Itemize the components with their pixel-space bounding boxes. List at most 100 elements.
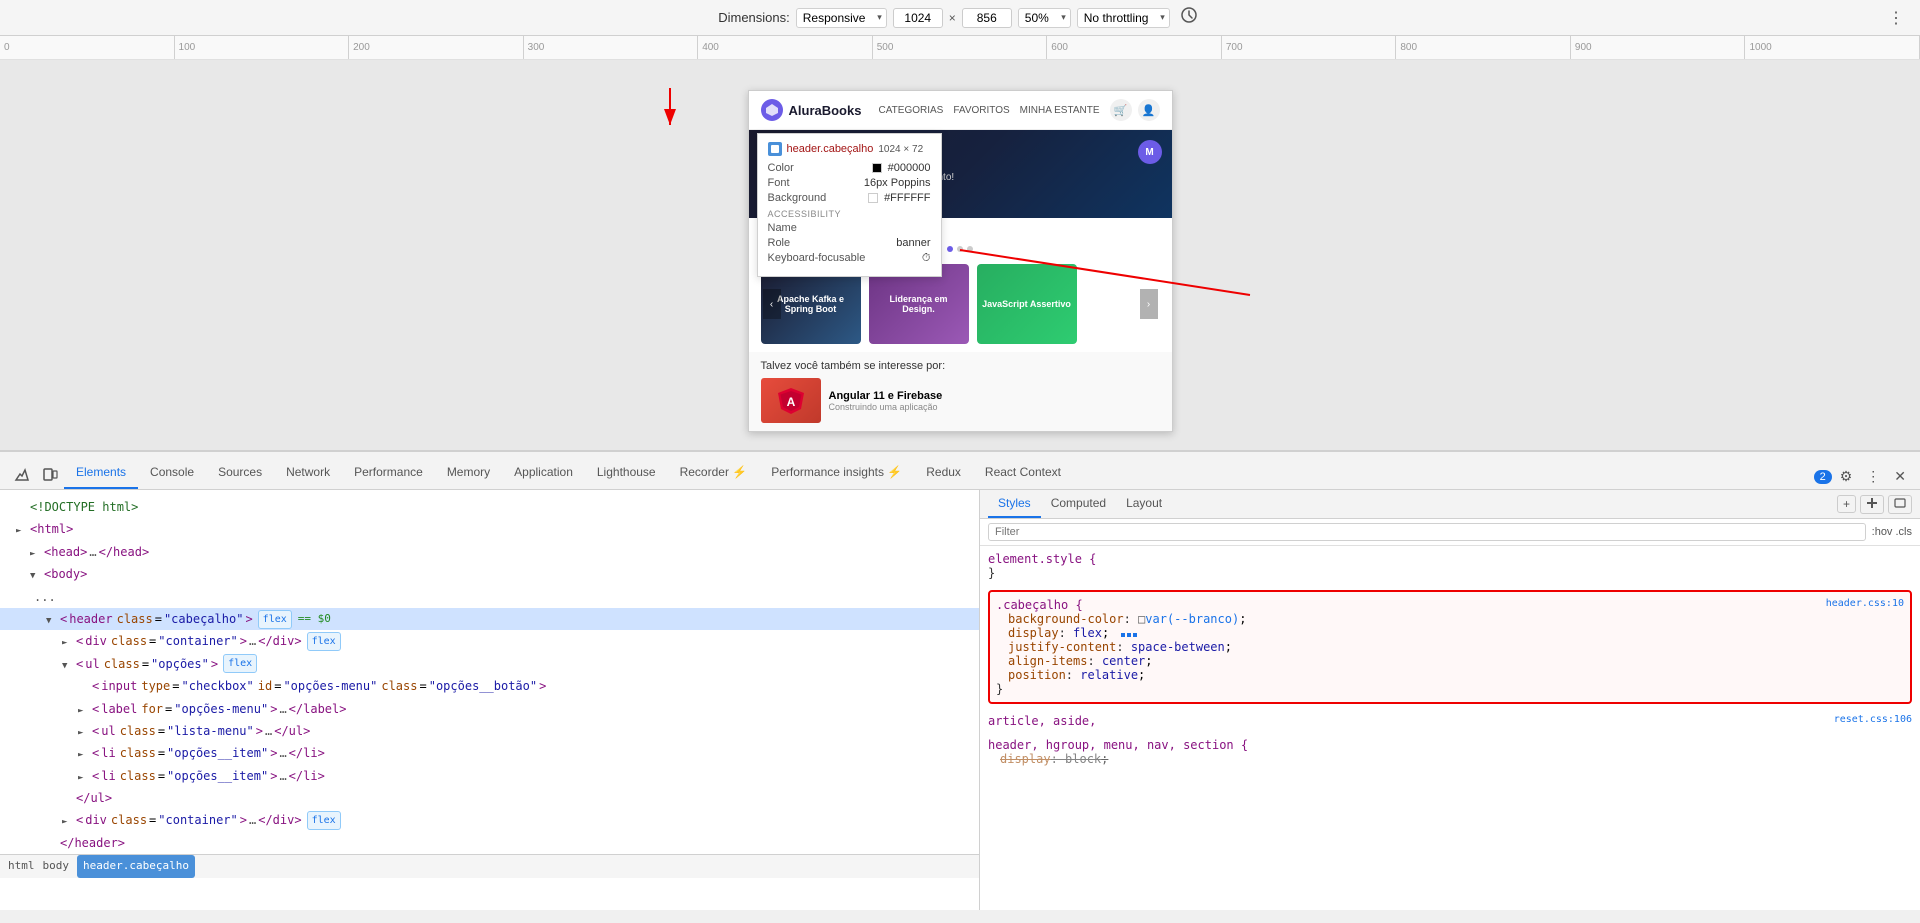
ruler-100: 100 (175, 36, 350, 59)
dot-3[interactable] (967, 246, 973, 252)
expand-html[interactable] (16, 519, 28, 539)
a11y-role-value: banner (896, 237, 930, 249)
expand-ul[interactable] (62, 654, 74, 674)
prop-align-items: align-items: center; (1008, 654, 1904, 668)
add-style-rule-button[interactable]: + (1837, 495, 1856, 513)
styles-filter-input[interactable] (988, 523, 1866, 541)
ruler-300: 300 (524, 36, 699, 59)
dot-1[interactable] (947, 246, 953, 252)
dot-2[interactable] (957, 246, 963, 252)
tab-recorder[interactable]: Recorder ⚡ (668, 457, 760, 489)
new-style-rule-button[interactable] (1860, 495, 1884, 514)
toggle-classes-icon (1894, 497, 1906, 509)
width-input[interactable] (893, 8, 943, 28)
expand-li-2[interactable] (78, 766, 90, 786)
devtools-settings-button[interactable]: ⚙ (1834, 464, 1859, 489)
tab-performance-insights[interactable]: Performance insights ⚡ (759, 457, 914, 489)
style-rule-header-cabecalho: .cabeçalho { header.css:10 (996, 598, 1904, 612)
html-line-header[interactable]: <header class="cabeçalho" > flex == $0 (0, 608, 979, 630)
tab-elements[interactable]: Elements (64, 457, 138, 489)
throttle-select-wrapper[interactable]: No throttling ▾ (1077, 8, 1170, 28)
flex-badge-container-2[interactable]: flex (307, 811, 341, 830)
zoom-select-wrapper[interactable]: 50% ▾ (1018, 8, 1071, 28)
styles-tab-computed[interactable]: Computed (1041, 490, 1116, 518)
inspect-element-button[interactable] (8, 462, 36, 489)
flex-badge-container[interactable]: flex (307, 632, 341, 651)
tab-network[interactable]: Network (274, 457, 342, 489)
keyboard-value: ⏱ (922, 252, 931, 265)
rec-title: Talvez você também se interesse por: (761, 360, 1160, 372)
tab-lighthouse[interactable]: Lighthouse (585, 457, 668, 489)
rec-book-sub: Construindo uma aplicação (829, 402, 943, 412)
div-container-collapsed: … (249, 631, 256, 651)
breadcrumb-header[interactable]: header.cabeçalho (77, 855, 195, 878)
tab-performance[interactable]: Performance (342, 457, 435, 489)
expand-label[interactable] (78, 699, 90, 719)
tab-application[interactable]: Application (502, 457, 585, 489)
breadcrumb-html[interactable]: html (8, 857, 35, 876)
responsive-select-wrapper[interactable]: Responsive ▾ (796, 8, 887, 28)
source-header-css[interactable]: header.css:10 (1826, 598, 1904, 609)
styles-tab-layout[interactable]: Layout (1116, 490, 1172, 518)
book-title-js: JavaScript Assertivo (982, 299, 1071, 309)
tab-react-context[interactable]: React Context (973, 457, 1073, 489)
toggle-classes-button[interactable] (1888, 495, 1912, 514)
flex-badge-ul[interactable]: flex (223, 654, 257, 673)
source-reset-css[interactable]: reset.css:106 (1834, 714, 1912, 725)
flex-badge-header[interactable]: flex (258, 610, 292, 629)
expand-header[interactable] (46, 609, 58, 629)
tab-sources[interactable]: Sources (206, 457, 274, 489)
device-toolbar-button[interactable] (36, 462, 64, 489)
prop-display-block: display: block; (1000, 752, 1912, 766)
expand-li-1[interactable] (78, 743, 90, 763)
rec-book-title: Angular 11 e Firebase (829, 390, 943, 402)
carousel-prev-button[interactable]: ‹ (763, 289, 781, 319)
tab-redux[interactable]: Redux (914, 457, 973, 489)
preview-area: AluraBooks CATEGORIAS FAVORITOS MINHA ES… (0, 60, 1920, 450)
breadcrumb-body[interactable]: body (43, 857, 70, 876)
color-value: #000000 (872, 162, 931, 174)
book-card-2: JavaScript Assertivo (977, 264, 1077, 344)
devtools-close-button[interactable]: ✕ (1888, 464, 1912, 489)
expand-div-container-2[interactable] (62, 810, 74, 830)
nav-link-categorias[interactable]: CATEGORIAS (879, 105, 944, 116)
expand-head[interactable] (30, 542, 42, 562)
expand-body[interactable] (30, 564, 42, 584)
expand-div-container[interactable] (62, 631, 74, 651)
tooltip-dimensions: 1024 × 72 (878, 144, 923, 155)
alura-nav-links: CATEGORIAS FAVORITOS MINHA ESTANTE (879, 105, 1100, 116)
tooltip-role-row: Role banner (768, 237, 931, 249)
dimensions-select[interactable]: Responsive (796, 8, 887, 28)
pseudo-filter[interactable]: :hov .cls (1872, 526, 1912, 538)
style-rule-element: element.style { } (988, 552, 1912, 580)
user-icon[interactable]: 👤 (1138, 99, 1160, 121)
toolbar-center: Dimensions: Responsive ▾ × 50% ▾ No thro… (718, 4, 1202, 31)
nav-link-favoritos[interactable]: FAVORITOS (953, 105, 1009, 116)
tab-console[interactable]: Console (138, 457, 206, 489)
devtools-more-button[interactable]: ⋮ (1860, 464, 1886, 489)
carousel-next-button[interactable]: › (1140, 289, 1158, 319)
html-line-li-2: <li class="opções__item" > … </li> (0, 765, 979, 787)
network-condition-button[interactable] (1176, 4, 1202, 31)
styles-panel: Styles Computed Layout + :hov .cls (980, 490, 1920, 910)
devtools-content: <!DOCTYPE html> <html> <head> … </head> … (0, 490, 1920, 910)
color-label: Color (768, 162, 794, 174)
more-options-button[interactable]: ⋮ (1884, 6, 1908, 30)
height-input[interactable] (962, 8, 1012, 28)
expand-ul-lista[interactable] (78, 721, 90, 741)
zoom-select[interactable]: 50% (1018, 8, 1071, 28)
html-panel: <!DOCTYPE html> <html> <head> … </head> … (0, 490, 980, 910)
style-rule-selector-element: element.style { (988, 552, 1912, 566)
nav-link-estante[interactable]: MINHA ESTANTE (1020, 105, 1100, 116)
tooltip-element-name: header.cabeçalho (787, 143, 874, 155)
head-tag: <head> (44, 542, 87, 562)
cart-icon[interactable]: 🛒 (1110, 99, 1132, 121)
html-line-doctype: <!DOCTYPE html> (0, 496, 979, 518)
throttle-select[interactable]: No throttling (1077, 8, 1170, 28)
dimension-x-separator: × (949, 11, 956, 25)
tab-memory[interactable]: Memory (435, 457, 502, 489)
rec-book: A Angular 11 e Firebase Construindo uma … (761, 378, 1160, 423)
style-block-cabecalho: background-color: □var(--branco); displa… (996, 612, 1904, 682)
style-rule-header-article: article, aside, reset.css:106 (988, 714, 1912, 728)
styles-tab-styles[interactable]: Styles (988, 490, 1041, 518)
